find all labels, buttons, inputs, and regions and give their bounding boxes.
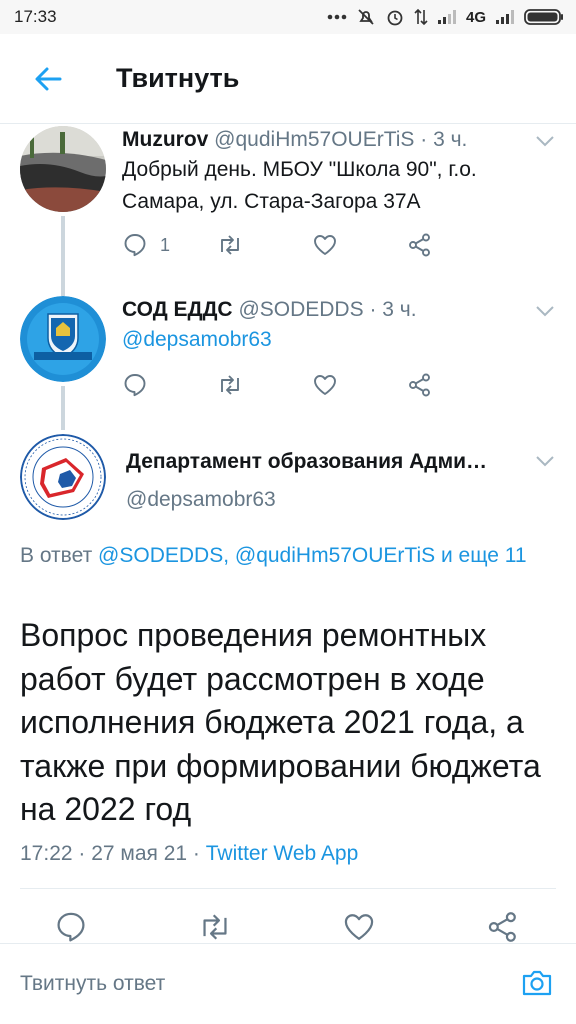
retweet-button[interactable] <box>198 910 232 944</box>
tweet-source-link[interactable]: Twitter Web App <box>206 842 359 865</box>
retweet-icon <box>221 235 239 255</box>
heart-icon <box>344 914 374 940</box>
tweet-header: Muzurov @qudiHm57OUErTiS · 3 ч. <box>122 126 467 154</box>
tweet-actions <box>122 372 502 398</box>
tweet-sodedds[interactable]: СОД ЕДДС @SODEDDS · 3 ч. @depsamobr63 <box>0 296 576 430</box>
share-icon <box>409 373 430 397</box>
main-tweet-text: Вопрос проведения ремонтных работ будет … <box>20 617 541 827</box>
author-name[interactable]: Департамент образования Адми… <box>126 450 487 474</box>
heart-icon <box>314 375 336 395</box>
mention-link[interactable]: @depsamobr63 <box>122 324 542 356</box>
app-header: Твитнуть <box>0 34 576 124</box>
reply-count: 1 <box>160 234 171 255</box>
tweet-muzurov[interactable]: Muzurov @qudiHm57OUErTiS · 3 ч. Добрый д… <box>0 126 576 296</box>
reply-button[interactable] <box>122 372 217 398</box>
avatar[interactable] <box>20 296 106 382</box>
author-name[interactable]: Muzurov <box>122 128 208 151</box>
reply-button[interactable]: 1 <box>122 232 217 258</box>
page-title: Твитнуть <box>116 63 240 93</box>
more-dots-icon <box>327 14 347 20</box>
retweet-button[interactable] <box>217 232 312 258</box>
share-icon <box>488 912 516 942</box>
thread-line <box>61 386 65 430</box>
share-button[interactable] <box>486 910 520 944</box>
reply-composer-bar: Твитнуть ответ <box>0 943 576 1024</box>
status-bar: 17:33 4G <box>0 0 576 34</box>
tweet-text: Добрый день. МБОУ "Школа 90", г.о. Самар… <box>122 158 477 213</box>
back-arrow-icon <box>35 67 62 90</box>
thread-line <box>61 216 65 296</box>
tweet-header: СОД ЕДДС @SODEDDS · 3 ч. <box>122 296 417 324</box>
tweet-timestamp: 17:22 · 27 мая 21 · Twitter Web App <box>20 842 358 866</box>
status-time: 17:33 <box>14 7 57 26</box>
chevron-down-icon[interactable] <box>534 450 556 472</box>
tweet-actions: 1 <box>122 232 502 258</box>
reply-input[interactable]: Твитнуть ответ <box>20 972 165 996</box>
share-icon <box>409 233 430 257</box>
status-icons: 4G <box>327 7 564 27</box>
author-meta: @SODEDDS · 3 ч. <box>238 298 417 321</box>
network-type: 4G <box>465 8 486 26</box>
like-button[interactable] <box>312 232 407 258</box>
share-button[interactable] <box>407 372 502 398</box>
chevron-down-icon[interactable] <box>534 300 556 322</box>
reply-to-line: В ответ @SODEDDS, @qudiHm57OUErTiS и еще… <box>20 540 550 571</box>
reply-mentions-link[interactable]: @SODEDDS, @qudiHm57OUErTiS и еще 11 <box>98 544 527 567</box>
like-button[interactable] <box>342 910 376 944</box>
data-arrows-icon <box>414 8 428 26</box>
silent-icon <box>356 7 376 27</box>
reply-icon <box>124 234 146 257</box>
chevron-down-icon[interactable] <box>534 130 556 152</box>
retweet-icon <box>221 375 239 395</box>
signal-icon <box>437 9 457 25</box>
reply-button[interactable] <box>54 910 88 944</box>
battery-icon <box>524 8 564 26</box>
alarm-icon <box>385 7 405 27</box>
heart-icon <box>314 235 336 255</box>
author-meta: @qudiHm57OUErTiS · 3 ч. <box>214 128 468 151</box>
divider <box>20 888 556 889</box>
share-button[interactable] <box>407 232 502 258</box>
reply-icon <box>57 912 85 942</box>
avatar[interactable] <box>20 126 106 212</box>
retweet-icon <box>203 914 227 940</box>
author-handle[interactable]: @depsamobr63 <box>126 488 276 512</box>
tweet-time: 17:22 · 27 мая 21 · <box>20 842 206 865</box>
avatar[interactable] <box>20 434 106 520</box>
signal-icon-2 <box>495 9 515 25</box>
like-button[interactable] <box>312 372 407 398</box>
camera-icon[interactable] <box>520 966 554 1000</box>
author-name[interactable]: СОД ЕДДС <box>122 298 233 321</box>
retweet-button[interactable] <box>217 372 312 398</box>
back-button[interactable] <box>0 34 96 124</box>
reply-icon <box>124 374 146 397</box>
reply-prefix: В ответ <box>20 544 99 567</box>
